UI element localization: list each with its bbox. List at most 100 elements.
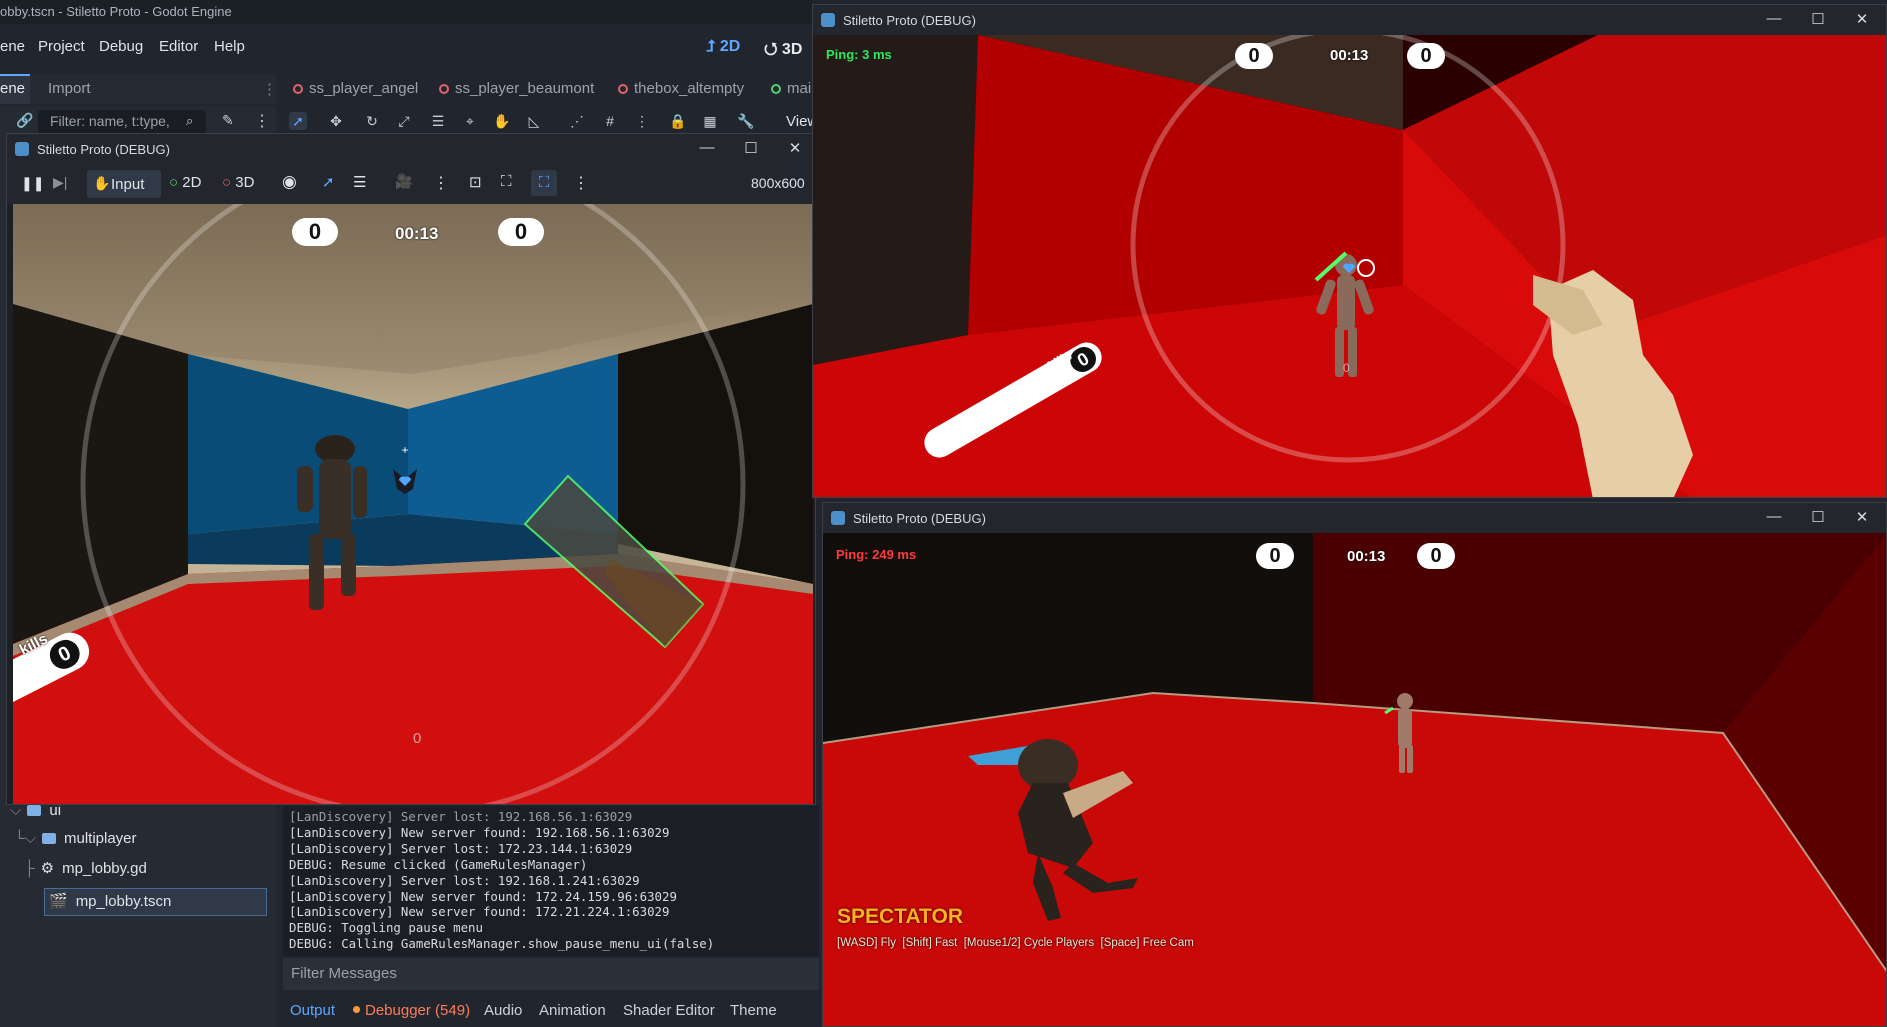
tab-output[interactable]: Output xyxy=(290,1002,335,1019)
log-line: DEBUG: Toggling pause menu xyxy=(289,920,483,936)
tab-shader-editor[interactable]: Shader Editor xyxy=(623,1002,715,1019)
close-icon[interactable]: ✕ xyxy=(1852,508,1872,526)
scene-filter-input[interactable]: Filter: name, t:type, xyxy=(38,110,206,134)
lock-icon[interactable]: 🔒 xyxy=(669,112,687,130)
game-viewport-client-2[interactable]: Ping: 249 ms 0 00:13 0 SPECTATOR [WASD] … xyxy=(823,533,1886,1026)
move-tool-icon[interactable]: ✥ xyxy=(327,112,345,130)
grid-snap-icon[interactable]: # xyxy=(601,112,619,130)
mode-3d-button[interactable]: ⭯ 3D xyxy=(764,38,802,65)
scene-tab-thebox-altempty[interactable]: thebox_altempty xyxy=(618,80,744,97)
window-title-bar[interactable]: Stiletto Proto (DEBUG) — ☐ ✕ xyxy=(823,503,1886,533)
pivot-icon[interactable]: ⌖ xyxy=(461,112,479,130)
window-title-bar[interactable]: Stiletto Proto (DEBUG) — ☐ ✕ xyxy=(7,134,815,164)
log-line: [LanDiscovery] Server lost: 192.168.56.1… xyxy=(289,809,633,824)
mode-2d-button[interactable]: ⮥ 2D xyxy=(706,38,740,56)
menu-help[interactable]: Help xyxy=(214,38,245,55)
step-icon[interactable]: ▶| xyxy=(53,174,67,191)
scene-tab-ss-player-beaumont[interactable]: ss_player_beaumont xyxy=(439,80,594,97)
tab-animation[interactable]: Animation xyxy=(539,1002,606,1019)
floor xyxy=(823,693,1886,1026)
mode-3d-toggle[interactable]: ○ 3D xyxy=(222,174,254,191)
more-options-icon[interactable]: ⋮ xyxy=(573,173,589,193)
score-left: 0 xyxy=(1235,43,1273,69)
dock-menu-icon[interactable]: ⋮ xyxy=(262,80,277,98)
filesystem-tree: ⌵ ui └⌵ multiplayer ├ ⚙ mp_lobby.gd 🎬 mp_lobb… xyxy=(0,800,276,1027)
more-icon[interactable]: ⋮ xyxy=(433,173,449,193)
menu-debug[interactable]: Debug xyxy=(99,38,143,55)
menu-scene[interactable]: ene xyxy=(0,38,25,55)
search-icon: ⌕ xyxy=(186,113,194,128)
score-right: 0 xyxy=(498,218,544,246)
pause-icon[interactable]: ❚❚ xyxy=(21,175,44,192)
ping-label: Ping: 249 ms xyxy=(836,547,917,562)
editor-menubar: ene Project Debug Editor Help ⮥ 2D ⭯ 3D xyxy=(0,28,812,68)
eye-icon[interactable]: ◉ xyxy=(282,172,297,192)
close-icon[interactable]: ✕ xyxy=(1852,10,1872,28)
game-viewport-main[interactable]: + 0 00:13 0 0 kills 0 xyxy=(13,204,813,804)
minimize-icon[interactable]: — xyxy=(697,139,717,156)
bottom-panel-tabs: Output Debugger (549) Audio Animation Sh… xyxy=(283,992,819,1027)
close-icon[interactable]: ✕ xyxy=(785,139,805,157)
log-line: DEBUG: Resume clicked (GameRulesManager) xyxy=(289,856,588,872)
output-log: [LanDiscovery] Server lost: 192.168.56.1… xyxy=(283,806,819,956)
kills-count: 0 xyxy=(45,635,85,674)
maximize-icon[interactable]: ☐ xyxy=(1808,10,1828,28)
mode-2d-toggle[interactable]: ○ 2D xyxy=(169,174,201,191)
select-icon[interactable]: ➚ xyxy=(322,173,335,191)
link-icon[interactable]: 🔗 xyxy=(16,112,33,129)
tab-audio[interactable]: Audio xyxy=(484,1002,522,1019)
more-options-icon[interactable]: ⋮ xyxy=(254,111,270,131)
maximize-icon[interactable]: ☐ xyxy=(741,139,761,157)
log-line: [LanDiscovery] Server lost: 172.23.144.1… xyxy=(289,840,633,856)
list-select-icon[interactable]: ☰ xyxy=(429,112,447,130)
attach-script-icon[interactable]: ✎ xyxy=(222,112,234,129)
tab-theme[interactable]: Theme xyxy=(730,1002,777,1019)
match-timer: 00:13 xyxy=(1347,548,1386,565)
game-viewport-client-1[interactable]: Ping: 3 ms 0 00:13 0 0 kills 0 xyxy=(813,35,1886,497)
menu-project[interactable]: Project xyxy=(38,38,85,55)
input-icon: ✋ xyxy=(93,175,111,191)
group-icon[interactable]: ▦ xyxy=(701,112,719,130)
left-wall xyxy=(813,35,978,365)
scale-tool-icon[interactable]: ⤢ xyxy=(395,112,413,130)
fullscreen-icon[interactable]: ⛶ xyxy=(501,173,512,190)
tree-item-mp-lobby-tscn[interactable]: 🎬 mp_lobby.tscn xyxy=(44,888,267,916)
fit-icon[interactable]: ⊡ xyxy=(469,173,482,191)
camera-icon[interactable]: 🎥 xyxy=(395,173,412,190)
embed-icon[interactable]: ⛶ xyxy=(531,170,557,196)
spectator-help: [WASD] Fly [Shift] Fast [Mouse1/2] Cycle… xyxy=(837,937,1194,949)
select-tool-icon[interactable]: ➚ xyxy=(289,112,307,130)
minimize-icon[interactable]: — xyxy=(1764,508,1784,525)
score-left: 0 xyxy=(1256,543,1294,569)
scene-tab-main[interactable]: mai xyxy=(771,80,811,97)
input-button[interactable]: ✋ Input xyxy=(87,170,161,198)
folder-icon xyxy=(27,805,42,816)
more-icon[interactable]: ⋮ xyxy=(633,112,651,130)
window-title-bar[interactable]: Stiletto Proto (DEBUG) — ☐ ✕ xyxy=(813,5,1886,35)
tree-item-ui[interactable]: ⌵ ui xyxy=(10,802,270,830)
tree-item-multiplayer[interactable]: └⌵ multiplayer xyxy=(14,830,270,858)
ruler-tool-icon[interactable]: ◺ xyxy=(525,112,543,130)
snap-icon[interactable]: ⋰ xyxy=(568,112,586,130)
tab-debugger[interactable]: Debugger (549) xyxy=(353,1002,470,1019)
tab-import[interactable]: Import xyxy=(48,80,91,97)
window-title: Stiletto Proto (DEBUG) xyxy=(37,142,170,157)
tab-scene[interactable]: ene xyxy=(0,80,25,97)
filter-messages-input[interactable]: Filter Messages xyxy=(283,958,819,990)
tree-item-mp-lobby-gd[interactable]: ├ ⚙ mp_lobby.gd xyxy=(24,859,270,887)
mode-3d-icon: ⭯ xyxy=(764,41,782,58)
tool-icon[interactable]: 🔧 xyxy=(737,112,755,130)
scene-tab-ss-player-angel[interactable]: ss_player_angel xyxy=(293,80,418,97)
godot-icon xyxy=(831,511,845,525)
viewport-toolbar: ➚ ✥ ↻ ⤢ ☰ ⌖ ✋ ◺ ⋰ # ⋮ 🔒 ▦ 🔧 View xyxy=(283,106,818,136)
score-left: 0 xyxy=(292,218,338,246)
maximize-icon[interactable]: ☐ xyxy=(1808,508,1828,526)
scene-render: + xyxy=(13,204,813,804)
log-line: [LanDiscovery] New server found: 172.24.… xyxy=(289,888,677,904)
menu-editor[interactable]: Editor xyxy=(159,38,198,55)
minimize-icon[interactable]: — xyxy=(1764,10,1784,27)
scene-render xyxy=(823,533,1886,1026)
list-icon[interactable]: ☰ xyxy=(353,173,366,191)
rotate-tool-icon[interactable]: ↻ xyxy=(363,112,381,130)
pan-tool-icon[interactable]: ✋ xyxy=(493,112,511,130)
